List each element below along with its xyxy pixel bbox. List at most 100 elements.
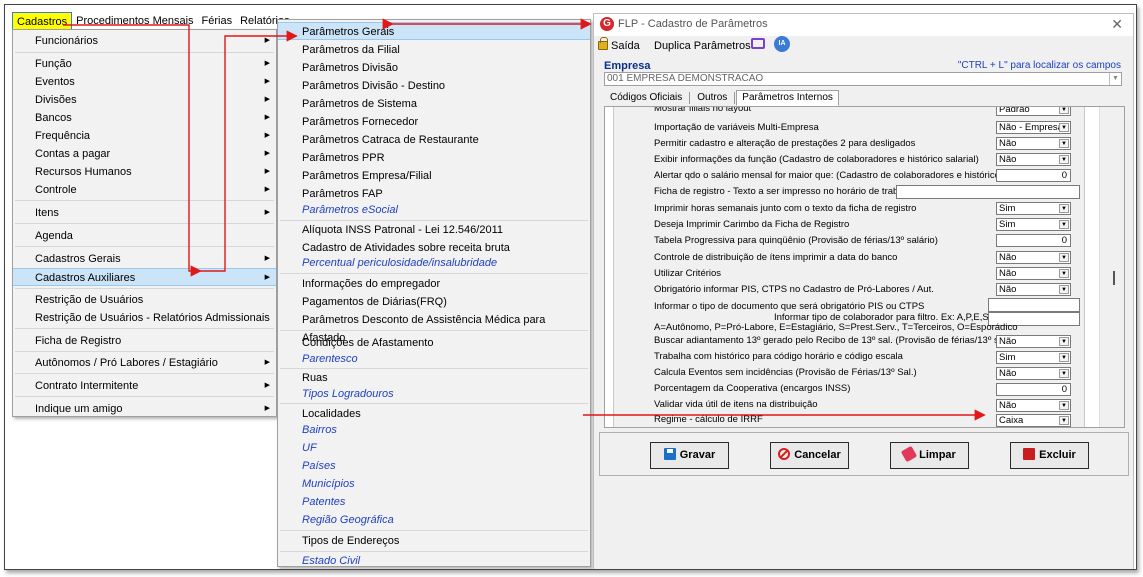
menu-item-cadastros-auxiliares[interactable]: Cadastros Auxiliares ▶ <box>13 268 276 286</box>
submenu-item-parametros-sistema[interactable]: Parâmetros de Sistema <box>278 95 590 113</box>
param-label: Ficha de registro - Texto a ser impresso… <box>654 186 917 197</box>
delete-button[interactable]: Excluir <box>1010 442 1089 469</box>
submenu-item-estado-civil[interactable]: Estado Civil <box>278 552 590 569</box>
submenu-arrow-icon: ▶ <box>264 96 270 103</box>
submenu-item-parametros-empresa-filial[interactable]: Parâmetros Empresa/Filial <box>278 167 590 185</box>
menu-separator <box>280 530 588 531</box>
menu-cadastros[interactable]: Cadastros <box>12 11 73 30</box>
screen-icon[interactable] <box>751 38 765 49</box>
menu-item-cadastros-gerais[interactable]: Cadastros Gerais ▶ <box>13 250 276 268</box>
submenu-item-parametros-filial[interactable]: Parâmetros da Filial <box>278 41 590 59</box>
tab-outros[interactable]: Outros <box>691 90 733 106</box>
duplicate-params-button[interactable]: Duplica Parâmetros <box>654 38 751 54</box>
clear-button[interactable]: Limpar <box>890 442 969 469</box>
menu-item-indique-amigo[interactable]: Indique um amigo ▶ <box>13 400 276 418</box>
menu-item-restricao-usuarios[interactable]: Restrição de Usuários <box>13 291 276 309</box>
submenu-item-tipos-logradouros[interactable]: Tipos Logradouros <box>278 385 590 403</box>
menu-item-restricao-usuarios-relatorios[interactable]: Restrição de Usuários - Relatórios Admis… <box>13 309 276 327</box>
submenu-item-pagamentos-diarias[interactable]: Pagamentos de Diárias(FRQ) <box>278 293 590 311</box>
submenu-item-regiao-geografica[interactable]: Região Geográfica <box>278 511 590 529</box>
exit-button[interactable]: Saída <box>598 37 640 54</box>
param-select[interactable]: Não ▼ <box>996 137 1071 150</box>
menu-item-label: Eventos <box>35 76 75 88</box>
param-select[interactable]: Não ▼ <box>996 251 1071 264</box>
param-select[interactable]: Não ▼ <box>996 283 1071 296</box>
menu-item-bancos[interactable]: Bancos ▶ <box>13 109 276 127</box>
param-number-input[interactable]: 0 <box>996 234 1071 247</box>
menu-item-agenda[interactable]: Agenda <box>13 227 276 245</box>
menu-item-funcionarios[interactable]: Funcionários ▶ <box>13 32 276 50</box>
menu-item-divisoes[interactable]: Divisões ▶ <box>13 91 276 109</box>
cancel-button[interactable]: Cancelar <box>770 442 849 469</box>
menu-item-frequencia[interactable]: Frequência ▶ <box>13 127 276 145</box>
param-text-input[interactable] <box>988 298 1080 312</box>
param-select[interactable]: Sim ▼ <box>996 351 1071 364</box>
chevron-down-icon: ▼ <box>1059 416 1069 425</box>
chevron-down-icon: ▼ <box>1059 285 1069 294</box>
submenu-item-municipios[interactable]: Municípios <box>278 475 590 493</box>
menu-item-contrato-intermitente[interactable]: Contrato Intermitente ▶ <box>13 377 276 395</box>
submenu-item-uf[interactable]: UF <box>278 439 590 457</box>
close-icon[interactable]: ✕ <box>1111 16 1123 33</box>
submenu-item-parametros-ppr[interactable]: Parâmetros PPR <box>278 149 590 167</box>
menu-ferias[interactable]: Férias <box>198 12 237 30</box>
submenu-item-parametros-esocial[interactable]: Parâmetros eSocial <box>278 201 590 219</box>
param-label: Utilizar Critérios <box>654 268 722 279</box>
menu-item-eventos[interactable]: Eventos ▶ <box>13 73 276 91</box>
ia-button[interactable]: IA <box>774 36 790 52</box>
menu-item-controle[interactable]: Controle ▶ <box>13 181 276 199</box>
param-select[interactable]: Padrão ▼ <box>996 107 1071 116</box>
submenu-item-patentes[interactable]: Patentes <box>278 493 590 511</box>
param-select[interactable]: Não ▼ <box>996 335 1071 348</box>
menu-item-recursos-humanos[interactable]: Recursos Humanos ▶ <box>13 163 276 181</box>
submenu-item-bairros[interactable]: Bairros <box>278 421 590 439</box>
submenu-arrow-icon: ▶ <box>264 255 270 262</box>
submenu-item-desconto-assistencia[interactable]: Parâmetros Desconto de Assistência Médic… <box>278 311 590 344</box>
submenu-item-informacoes-empregador[interactable]: Informações do empregador <box>278 275 590 293</box>
chevron-down-icon: ▼ <box>1059 401 1069 410</box>
param-select[interactable]: Não ▼ <box>996 399 1071 412</box>
param-select[interactable]: Sim ▼ <box>996 218 1071 231</box>
param-select[interactable]: Não ▼ <box>996 267 1071 280</box>
select-value: Sim <box>999 203 1016 214</box>
menu-item-contas-a-pagar[interactable]: Contas a pagar ▶ <box>13 145 276 163</box>
submenu-item-percentual-periculosidade[interactable]: Percentual periculosidade/insalubridade <box>278 254 590 272</box>
menu-item-label: Frequência <box>35 130 91 142</box>
window-toolbar: Saída Duplica Parâmetros IA <box>594 36 1133 56</box>
param-select[interactable]: Não ▼ <box>996 153 1071 166</box>
submenu-item-parentesco[interactable]: Parentesco <box>278 350 590 368</box>
tab-divider <box>689 92 691 104</box>
submenu-arrow-icon: ▶ <box>264 60 270 67</box>
param-select[interactable]: Caixa ▼ <box>996 414 1071 427</box>
scrollbar-thumb[interactable] <box>1113 271 1115 285</box>
param-number-input[interactable]: 0 <box>996 383 1071 396</box>
submenu-item-parametros-catraca[interactable]: Parâmetros Catraca de Restaurante <box>278 131 590 149</box>
param-label: Trabalha com histórico para código horár… <box>654 351 903 362</box>
param-select[interactable]: Não ▼ <box>996 367 1071 380</box>
tab-codigos-oficiais[interactable]: Códigos Oficiais <box>604 90 688 106</box>
menu-procedimentos-mensais[interactable]: Procedimentos Mensais <box>72 12 197 30</box>
submenu-item-parametros-gerais[interactable]: Parâmetros Gerais <box>278 22 590 40</box>
menu-item-funcao[interactable]: Função ▶ <box>13 55 276 73</box>
menu-item-ficha-registro[interactable]: Ficha de Registro <box>13 332 276 350</box>
menu-item-autonomos[interactable]: Autônomos / Pró Labores / Estagiário ▶ <box>13 354 276 372</box>
param-select[interactable]: Não - Empresa ▼ <box>996 121 1071 134</box>
submenu-arrow-icon: ▶ <box>264 150 270 157</box>
submenu-item-tipos-enderecos[interactable]: Tipos de Endereços <box>278 532 590 550</box>
exit-label: Saída <box>611 40 640 52</box>
select-value: Não <box>999 268 1017 279</box>
submenu-item-aliquota-inss[interactable]: Alíquota INSS Patronal - Lei 12.546/2011 <box>278 221 590 239</box>
submenu-item-parametros-divisao[interactable]: Parâmetros Divisão <box>278 59 590 77</box>
submenu-item-parametros-fornecedor[interactable]: Parâmetros Fornecedor <box>278 113 590 131</box>
tab-parametros-internos[interactable]: Parâmetros Internos <box>736 90 839 106</box>
param-number-input[interactable]: 0 <box>996 169 1071 182</box>
submenu-item-parametros-divisao-destino[interactable]: Parâmetros Divisão - Destino <box>278 77 590 95</box>
vertical-scrollbar[interactable] <box>1099 107 1124 427</box>
menu-item-label: Funcionários <box>35 35 98 47</box>
param-select[interactable]: Sim ▼ <box>996 202 1071 215</box>
save-button[interactable]: Gravar <box>650 442 729 469</box>
submenu-item-paises[interactable]: Países <box>278 457 590 475</box>
param-text-input[interactable] <box>896 185 1080 199</box>
empresa-select[interactable]: 001 EMPRESA DEMONSTRACAO ▼ <box>604 72 1122 86</box>
menu-item-itens[interactable]: Itens ▶ <box>13 204 276 222</box>
